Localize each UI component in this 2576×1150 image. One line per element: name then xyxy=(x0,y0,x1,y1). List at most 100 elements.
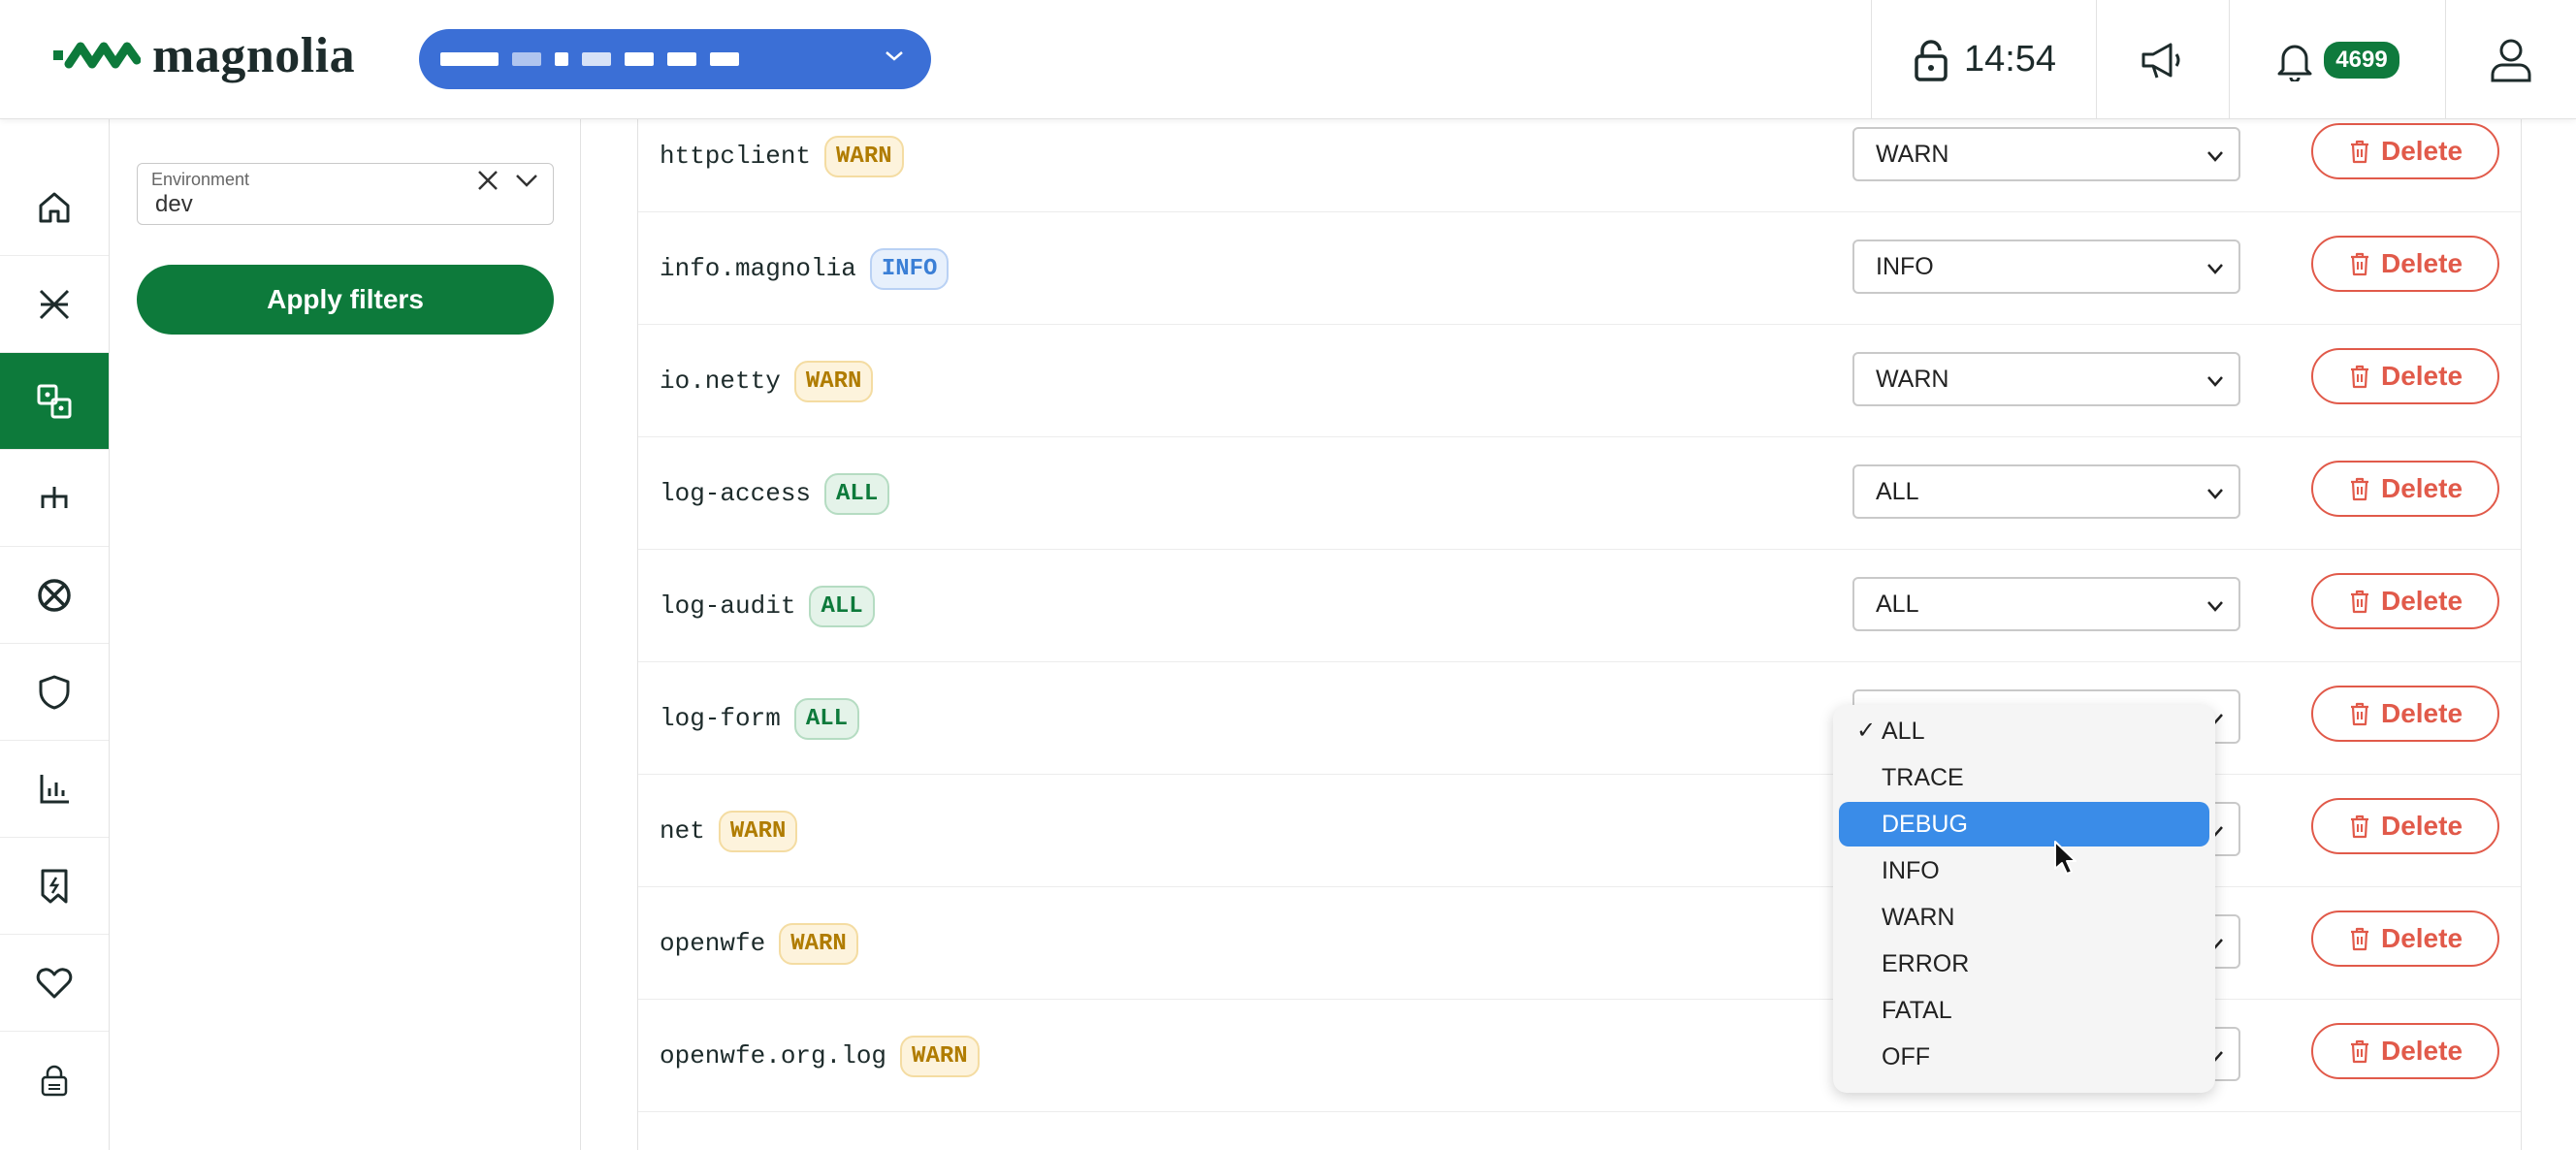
nav-home[interactable] xyxy=(0,159,109,256)
user-profile-button[interactable] xyxy=(2445,0,2576,119)
nav-vault[interactable] xyxy=(0,1032,109,1129)
lock-icon xyxy=(1915,39,1948,81)
delete-logger-button[interactable]: Delete xyxy=(2311,798,2499,854)
chevron-down-icon xyxy=(2207,151,2223,162)
delete-logger-button[interactable]: Delete xyxy=(2311,1023,2499,1079)
delete-logger-button[interactable]: Delete xyxy=(2311,236,2499,292)
logger-name: io.netty xyxy=(660,367,781,396)
delete-logger-button[interactable]: Delete xyxy=(2311,686,2499,742)
logger-level-select[interactable]: INFO xyxy=(1852,240,2240,294)
logger-level-badge: INFO xyxy=(869,247,950,290)
nav-analytics[interactable] xyxy=(0,741,109,838)
delete-label: Delete xyxy=(2380,923,2463,953)
trash-icon xyxy=(2350,252,2368,276)
padlock-icon xyxy=(41,1065,68,1097)
delete-logger-button[interactable]: Delete xyxy=(2311,461,2499,517)
chevron-down-icon xyxy=(2207,376,2223,387)
environment-selector[interactable] xyxy=(419,29,931,89)
lifebuoy-icon xyxy=(38,578,71,612)
delete-logger-button[interactable]: Delete xyxy=(2311,123,2499,179)
logger-level-select[interactable]: ALL xyxy=(1852,577,2240,631)
logger-name: log-access xyxy=(660,479,812,508)
environment-filter-select[interactable]: Environment dev xyxy=(137,163,554,225)
delete-label: Delete xyxy=(2380,1036,2463,1066)
logger-row-openwfe: openwfe WARN WARN Delete xyxy=(638,887,2521,1000)
logger-level-select[interactable]: WARN xyxy=(1852,127,2240,181)
nav-sparkle[interactable] xyxy=(0,256,109,353)
level-option-trace[interactable]: TRACE xyxy=(1839,755,2209,800)
bar-chart-icon xyxy=(40,774,69,803)
notification-count-badge: 4699 xyxy=(2324,41,2399,79)
top-header: magnolia 14:54 4699 xyxy=(0,0,2576,119)
trash-icon xyxy=(2350,815,2368,839)
hierarchy-icon xyxy=(41,486,68,508)
logger-row-info.magnolia: info.magnolia INFO INFO Delete xyxy=(638,212,2521,325)
logger-name: log-audit xyxy=(660,591,796,621)
trash-icon xyxy=(2350,140,2368,164)
level-option-warn[interactable]: WARN xyxy=(1839,895,2209,940)
bell-icon xyxy=(2277,45,2312,81)
chevron-down-icon xyxy=(886,51,903,61)
redacted-environment-name xyxy=(440,52,739,66)
delete-label: Delete xyxy=(2380,473,2463,503)
logger-row-io.netty: io.netty WARN WARN Delete xyxy=(638,325,2521,437)
delete-logger-button[interactable]: Delete xyxy=(2311,910,2499,967)
logger-name: log-form xyxy=(660,704,781,733)
logger-level-select[interactable]: WARN xyxy=(1852,352,2240,406)
magnolia-logo-icon xyxy=(53,42,141,68)
level-option-label: ERROR xyxy=(1882,949,1970,977)
level-option-debug[interactable]: DEBUG xyxy=(1839,802,2209,847)
chevron-down-icon xyxy=(2207,601,2223,612)
brand-logo[interactable]: magnolia xyxy=(53,27,355,84)
logger-level-badge: WARN xyxy=(793,360,874,402)
delete-label: Delete xyxy=(2380,248,2463,278)
level-option-off[interactable]: OFF xyxy=(1839,1035,2209,1079)
delete-label: Delete xyxy=(2380,811,2463,841)
user-icon xyxy=(2491,39,2531,81)
level-dropdown-menu: ✓ ALL TRACE DEBUG INFO WARN ERROR FATAL OFF xyxy=(1833,705,2215,1093)
nav-billing[interactable] xyxy=(0,838,109,935)
apply-filters-button[interactable]: Apply filters xyxy=(137,265,554,335)
logger-list: httpclient WARN WARN Delete info.magnoli… xyxy=(637,119,2522,1150)
notifications-button[interactable]: 4699 xyxy=(2229,0,2445,119)
nav-support[interactable] xyxy=(0,547,109,644)
nav-security[interactable] xyxy=(0,644,109,741)
heart-icon xyxy=(36,967,73,998)
nav-logging[interactable] xyxy=(0,353,109,450)
logger-level-select[interactable]: ALL xyxy=(1852,464,2240,519)
chevron-down-icon[interactable] xyxy=(514,170,539,191)
logger-level-badge: WARN xyxy=(824,135,904,177)
session-timer[interactable]: 14:54 xyxy=(1871,0,2096,119)
trash-icon xyxy=(2350,1039,2368,1064)
environment-filter-label: Environment xyxy=(151,170,250,189)
level-option-all[interactable]: ✓ ALL xyxy=(1839,709,2209,753)
level-option-label: OFF xyxy=(1882,1042,1930,1070)
logger-name: info.magnolia xyxy=(660,254,856,283)
nav-health[interactable] xyxy=(0,935,109,1032)
level-option-error[interactable]: ERROR xyxy=(1839,942,2209,986)
home-icon xyxy=(39,192,70,222)
delete-logger-button[interactable]: Delete xyxy=(2311,573,2499,629)
chevron-down-icon xyxy=(2207,489,2223,499)
asterisk-icon xyxy=(39,289,70,319)
trash-icon xyxy=(2350,927,2368,951)
logger-level-badge: WARN xyxy=(718,810,798,852)
checkmark-icon: ✓ xyxy=(1856,718,1877,744)
level-option-fatal[interactable]: FATAL xyxy=(1839,988,2209,1033)
logger-level-badge: ALL xyxy=(824,472,890,515)
megaphone-icon xyxy=(2141,43,2180,78)
clear-icon[interactable] xyxy=(475,168,500,193)
announcements-button[interactable] xyxy=(2096,0,2229,119)
invoice-icon xyxy=(41,869,68,903)
level-option-label: DEBUG xyxy=(1882,810,1968,838)
level-option-info[interactable]: INFO xyxy=(1839,848,2209,893)
logger-row-log-access: log-access ALL ALL Delete xyxy=(638,437,2521,550)
logger-level-value: WARN xyxy=(1876,140,1949,168)
chevron-down-icon xyxy=(2207,264,2223,274)
mouse-cursor-icon xyxy=(2054,841,2077,875)
left-navigation xyxy=(0,119,110,1150)
delete-logger-button[interactable]: Delete xyxy=(2311,348,2499,404)
logger-level-badge: ALL xyxy=(793,697,860,740)
nav-hierarchy[interactable] xyxy=(0,450,109,547)
trash-icon xyxy=(2350,365,2368,389)
